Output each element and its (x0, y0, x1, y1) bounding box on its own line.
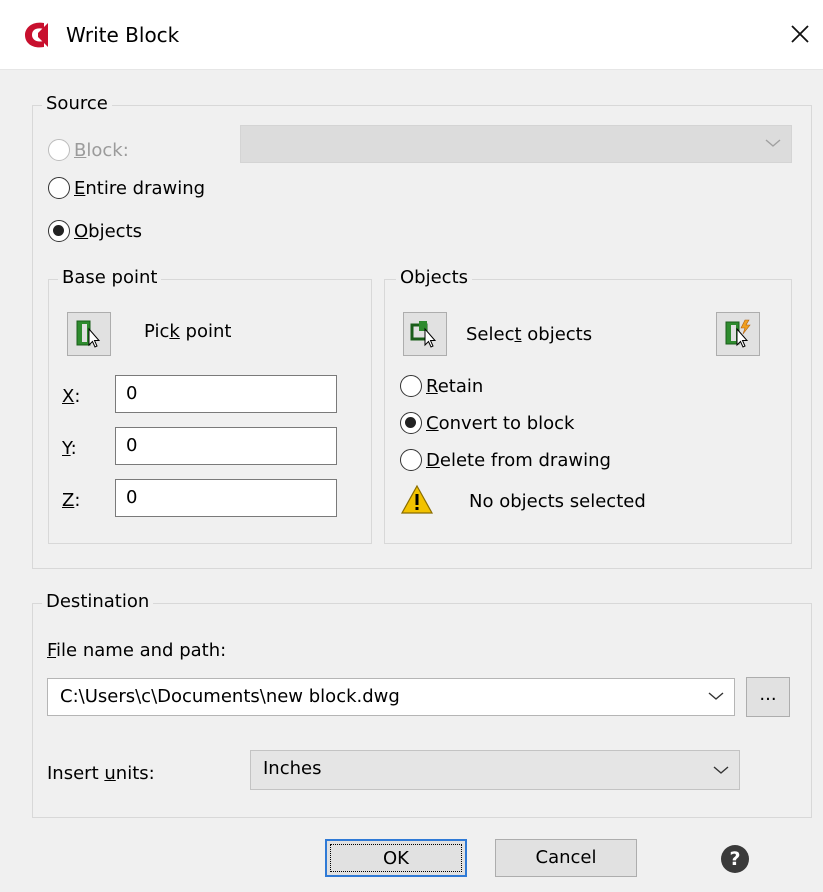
selection-status-text: No objects selected (469, 491, 646, 512)
x-label: X: (62, 386, 81, 407)
z-coordinate-input[interactable]: 0 (115, 479, 337, 517)
destination-legend: Destination (42, 591, 154, 613)
pick-point-label: Pick point (144, 321, 232, 342)
convert-to-block-radio[interactable]: Convert to block (400, 410, 574, 436)
objects-label: Objects (74, 220, 143, 242)
z-label: Z: (62, 490, 81, 511)
delete-from-drawing-label: Delete from drawing (426, 449, 611, 471)
quick-select-icon (725, 319, 751, 348)
block-label: Block: (74, 139, 129, 161)
block-radio-circle (48, 139, 70, 161)
delete-from-drawing-radio-circle (400, 449, 422, 471)
cancel-button-label: Cancel (535, 847, 597, 868)
cancel-button[interactable]: Cancel (495, 839, 637, 877)
quick-select-button[interactable] (716, 312, 760, 356)
chevron-down-icon[interactable] (713, 765, 729, 775)
y-label: Y: (62, 438, 77, 459)
insert-units-label: Insert units: (47, 763, 155, 784)
file-path-value: C:\Users\c\Documents\new block.dwg (60, 686, 400, 707)
retain-label: Retain (426, 375, 484, 397)
browse-button[interactable]: ... (746, 677, 790, 717)
source-legend: Source (42, 93, 112, 115)
pick-point-button[interactable] (67, 312, 111, 356)
entire-drawing-label: Entire drawing (74, 177, 206, 199)
convert-to-block-radio-circle (400, 412, 422, 434)
focus-indicator (330, 844, 462, 872)
block-radio[interactable]: Block: (48, 137, 129, 163)
select-objects-icon (410, 321, 437, 348)
pick-point-icon (76, 320, 101, 348)
warning-icon (400, 484, 434, 514)
close-icon[interactable] (784, 18, 816, 50)
chevron-down-icon (765, 139, 781, 147)
window-title: Write Block (66, 23, 180, 47)
entire-drawing-radio[interactable]: Entire drawing (48, 175, 205, 201)
ok-button[interactable]: OK (325, 839, 467, 877)
base-point-legend: Base point (58, 267, 162, 289)
file-name-label: File name and path: (47, 640, 227, 661)
retain-radio-circle (400, 375, 422, 397)
chevron-down-icon[interactable] (708, 691, 724, 701)
help-icon[interactable]: ? (721, 845, 749, 873)
file-path-combobox[interactable]: C:\Users\c\Documents\new block.dwg (47, 678, 735, 716)
objects-radio[interactable]: Objects (48, 218, 142, 244)
x-coordinate-input[interactable]: 0 (115, 375, 337, 413)
retain-radio[interactable]: Retain (400, 373, 483, 399)
objects-radio-circle (48, 220, 70, 242)
insert-units-value: Inches (263, 758, 322, 779)
entire-drawing-radio-circle (48, 177, 70, 199)
delete-from-drawing-radio[interactable]: Delete from drawing (400, 447, 611, 473)
block-name-dropdown (240, 125, 792, 163)
app-logo-icon (25, 22, 48, 48)
select-objects-label: Select objects (466, 324, 593, 345)
select-objects-button[interactable] (403, 312, 447, 356)
insert-units-dropdown[interactable]: Inches (250, 750, 740, 790)
y-coordinate-input[interactable]: 0 (115, 427, 337, 465)
title-bar: Write Block (0, 0, 823, 70)
objects-legend: Objects (396, 267, 473, 289)
convert-to-block-label: Convert to block (426, 412, 575, 434)
